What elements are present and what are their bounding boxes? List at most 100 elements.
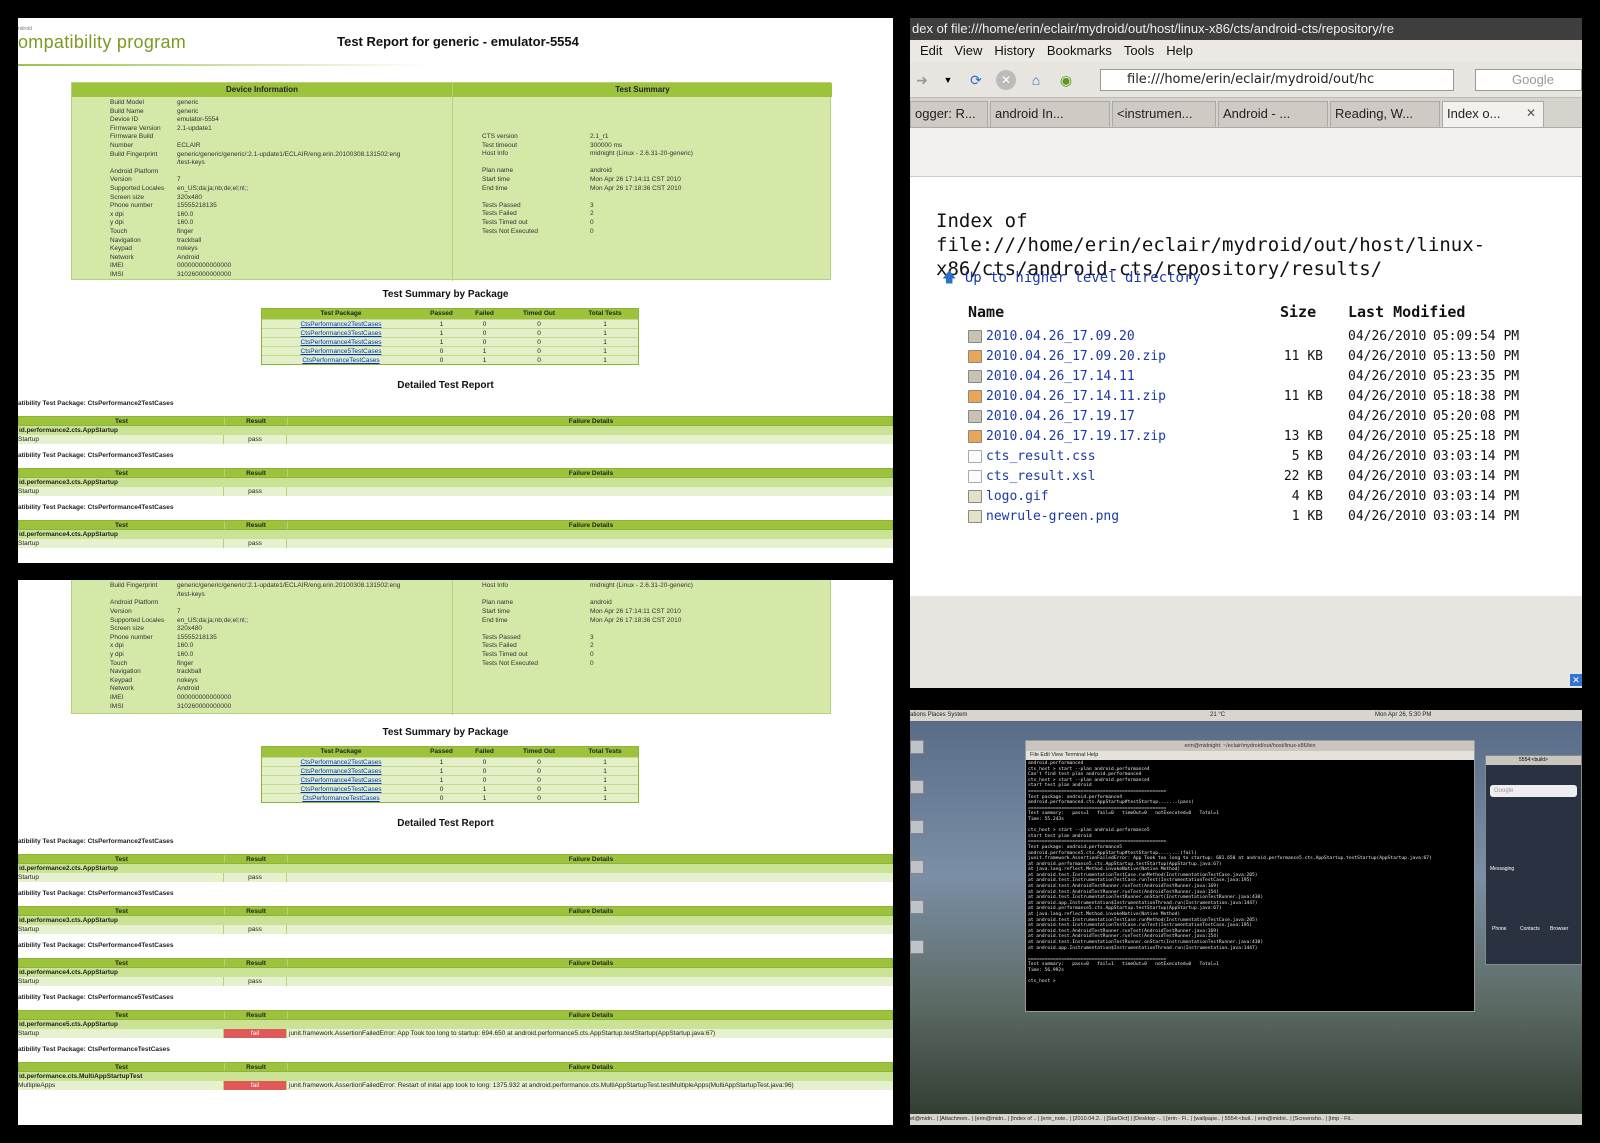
pkg-link[interactable]: CtsPerformance2TestCases: [301, 321, 382, 328]
kv-line: 2: [590, 642, 594, 650]
kv-line: android: [590, 599, 612, 607]
desktop-icon[interactable]: [910, 860, 924, 874]
desktop-icon[interactable]: [910, 820, 924, 834]
file-row[interactable]: cts_result.xsl 22 KB 04/26/2010 03:03:14 PM: [968, 467, 1528, 487]
file-row[interactable]: 2010.04.26_17.09.20 04/26/2010 05:09:54 PM: [968, 327, 1528, 347]
tab-5[interactable]: Reading, W...: [1330, 101, 1440, 127]
detail-col-failure: Failure Details: [568, 908, 614, 915]
url-bar[interactable]: file:///home/erin/eclair/mydroid/out/hc: [1100, 69, 1454, 91]
pkg-link[interactable]: CtsPerformance3TestCases: [301, 330, 382, 337]
detail-class-row: id.performance4.cts.AppStartup: [18, 530, 893, 539]
pkg-col-header: Total Tests: [588, 310, 622, 317]
terminal-output[interactable]: android.performance4 cts_host > start --…: [1026, 760, 1474, 986]
tab-3[interactable]: <instrumen...: [1112, 101, 1216, 127]
file-date: 04/26/2010: [1348, 509, 1427, 524]
history-dropdown-icon[interactable]: ▼: [938, 70, 958, 90]
file-name-link[interactable]: cts_result.xsl: [986, 467, 1096, 487]
status-icon[interactable]: ✕: [1570, 674, 1582, 686]
desktop-icon[interactable]: [910, 900, 924, 914]
pkg-cell: 0: [439, 795, 444, 802]
device-labels: Firmware BuildNumberBuild Fingerprint An…: [110, 580, 164, 711]
app-phone[interactable]: Phone: [1492, 926, 1506, 932]
file-row[interactable]: 2010.04.26_17.14.11 04/26/2010 05:23:35 PM: [968, 367, 1528, 387]
search-box[interactable]: Google: [1475, 69, 1582, 91]
app-messaging[interactable]: Messaging: [1490, 866, 1514, 872]
pkg-link[interactable]: CtsPerformance2TestCases: [301, 759, 382, 766]
app-browser[interactable]: Browser: [1550, 926, 1568, 932]
emulator-search[interactable]: Google: [1490, 785, 1577, 797]
pkg-link[interactable]: CtsPerformance4TestCases: [301, 339, 382, 346]
pkg-link[interactable]: CtsPerformance4TestCases: [301, 777, 382, 784]
forward-icon[interactable]: ➜: [912, 70, 932, 90]
pkg-col-header: Failed: [475, 310, 494, 317]
detail-pkg-title: atibility Test Package: CtsPerformance4T…: [18, 504, 174, 511]
terminal-window[interactable]: erin@midnight: ~/eclair/mydroid/out/host…: [1025, 740, 1475, 1012]
kv-line: midnight (Linux - 2.6.31-20-generic): [590, 582, 693, 590]
pkg-cell: 1: [439, 339, 444, 346]
file-date: 04/26/2010: [1348, 449, 1427, 464]
file-name-link[interactable]: logo.gif: [986, 487, 1049, 507]
pkg-col-header: Timed Out: [522, 748, 556, 755]
terminal-menu[interactable]: File Edit View Terminal Help: [1026, 751, 1474, 760]
file-name-link[interactable]: 2010.04.26_17.19.17: [986, 407, 1135, 427]
menu-view[interactable]: View: [954, 43, 982, 58]
detail-test-row: Startup pass: [18, 873, 893, 882]
stop-icon[interactable]: ✕: [996, 70, 1016, 90]
pkg-link[interactable]: CtsPerformance3TestCases: [301, 768, 382, 775]
pkg-cell: 1: [603, 321, 607, 328]
kv-line: [110, 591, 164, 600]
pkg-cell: 0: [537, 777, 541, 784]
file-name-link[interactable]: 2010.04.26_17.14.11.zip: [986, 387, 1166, 407]
kv-line: 0: [590, 218, 594, 226]
file-row[interactable]: 2010.04.26_17.14.11.zip 11 KB 04/26/2010 05…: [968, 387, 1528, 407]
menu-help[interactable]: Help: [1166, 43, 1193, 58]
desktop-icon[interactable]: [910, 780, 924, 794]
pkg-summary-title: Test Summary by Package: [382, 727, 509, 738]
menu-edit[interactable]: Edit: [920, 43, 942, 58]
nav-toolbar: ➜ ▼ ⟳ ✕ ⌂ ◉ file:///home/erin/eclair/myd…: [910, 62, 1582, 98]
tab-close-icon[interactable]: ✕: [1526, 106, 1536, 120]
pkg-link[interactable]: CtsPerformanceTestCases: [302, 795, 379, 802]
detail-col-result: Result: [224, 521, 288, 529]
pkg-summary-table: Test Package Passed Failed Timed Out Total T…: [261, 308, 639, 365]
menu-tools[interactable]: Tools: [1124, 43, 1154, 58]
kv-line: en_US;da;ja;nb;de;el;nl;;: [177, 184, 249, 192]
pkg-link[interactable]: CtsPerformance5TestCases: [301, 786, 382, 793]
pkg-cell: 1: [603, 348, 607, 355]
menu-history[interactable]: History: [994, 43, 1034, 58]
kv-line: 0: [590, 659, 594, 667]
menu-bookmarks[interactable]: Bookmarks: [1047, 43, 1112, 58]
file-row[interactable]: cts_result.css 5 KB 04/26/2010 03:03:14 PM: [968, 447, 1528, 467]
col-name-header: Name: [968, 303, 1005, 321]
detail-table: Test Result Failure Details id.performance4…: [18, 958, 893, 986]
home-icon[interactable]: ⌂: [1026, 70, 1046, 90]
file-date: 04/26/2010: [1348, 389, 1427, 404]
file-row[interactable]: logo.gif 4 KB 04/26/2010 03:03:14 PM: [968, 487, 1528, 507]
android-emulator[interactable]: 5554:<build> Google Messaging Phone Cont…: [1485, 755, 1582, 965]
file-row[interactable]: newrule-green.png 1 KB 04/26/2010 03:03:14 …: [968, 507, 1528, 527]
file-name-link[interactable]: 2010.04.26_17.14.11: [986, 367, 1135, 387]
tab-1[interactable]: ogger: R...: [910, 101, 988, 127]
file-name-link[interactable]: 2010.04.26_17.09.20: [986, 327, 1135, 347]
file-date: 04/26/2010: [1348, 469, 1427, 484]
kv-line: 310260000000000: [177, 270, 232, 278]
desktop-icon[interactable]: [910, 940, 924, 954]
panel-menus[interactable]: ations Places System: [910, 712, 967, 718]
pkg-link[interactable]: CtsPerformance5TestCases: [301, 348, 382, 355]
feed-icon[interactable]: ◉: [1056, 70, 1076, 90]
file-name-link[interactable]: 2010.04.26_17.19.17.zip: [986, 427, 1166, 447]
pkg-link[interactable]: CtsPerformanceTestCases: [302, 357, 379, 364]
file-row[interactable]: 2010.04.26_17.19.17.zip 13 KB 04/26/2010 05…: [968, 427, 1528, 447]
reload-icon[interactable]: ⟳: [966, 70, 986, 90]
tab-2[interactable]: android In...: [990, 101, 1110, 127]
file-row[interactable]: 2010.04.26_17.19.17 04/26/2010 05:20:08 PM: [968, 407, 1528, 427]
file-row[interactable]: 2010.04.26_17.09.20.zip 11 KB 04/26/2010 05…: [968, 347, 1528, 367]
file-name-link[interactable]: 2010.04.26_17.09.20.zip: [986, 347, 1166, 367]
gnome-taskbar[interactable]: et@midn.. | [Attachmen.. | [erin@midn.. …: [910, 1114, 1582, 1125]
up-directory-link[interactable]: 🡅 Up to higher level directory: [942, 267, 1201, 291]
tab-4[interactable]: Android - ...: [1218, 101, 1328, 127]
desktop-icon[interactable]: [910, 740, 924, 754]
file-name-link[interactable]: newrule-green.png: [986, 507, 1119, 527]
app-contacts[interactable]: Contacts: [1520, 926, 1540, 932]
file-name-link[interactable]: cts_result.css: [986, 447, 1096, 467]
